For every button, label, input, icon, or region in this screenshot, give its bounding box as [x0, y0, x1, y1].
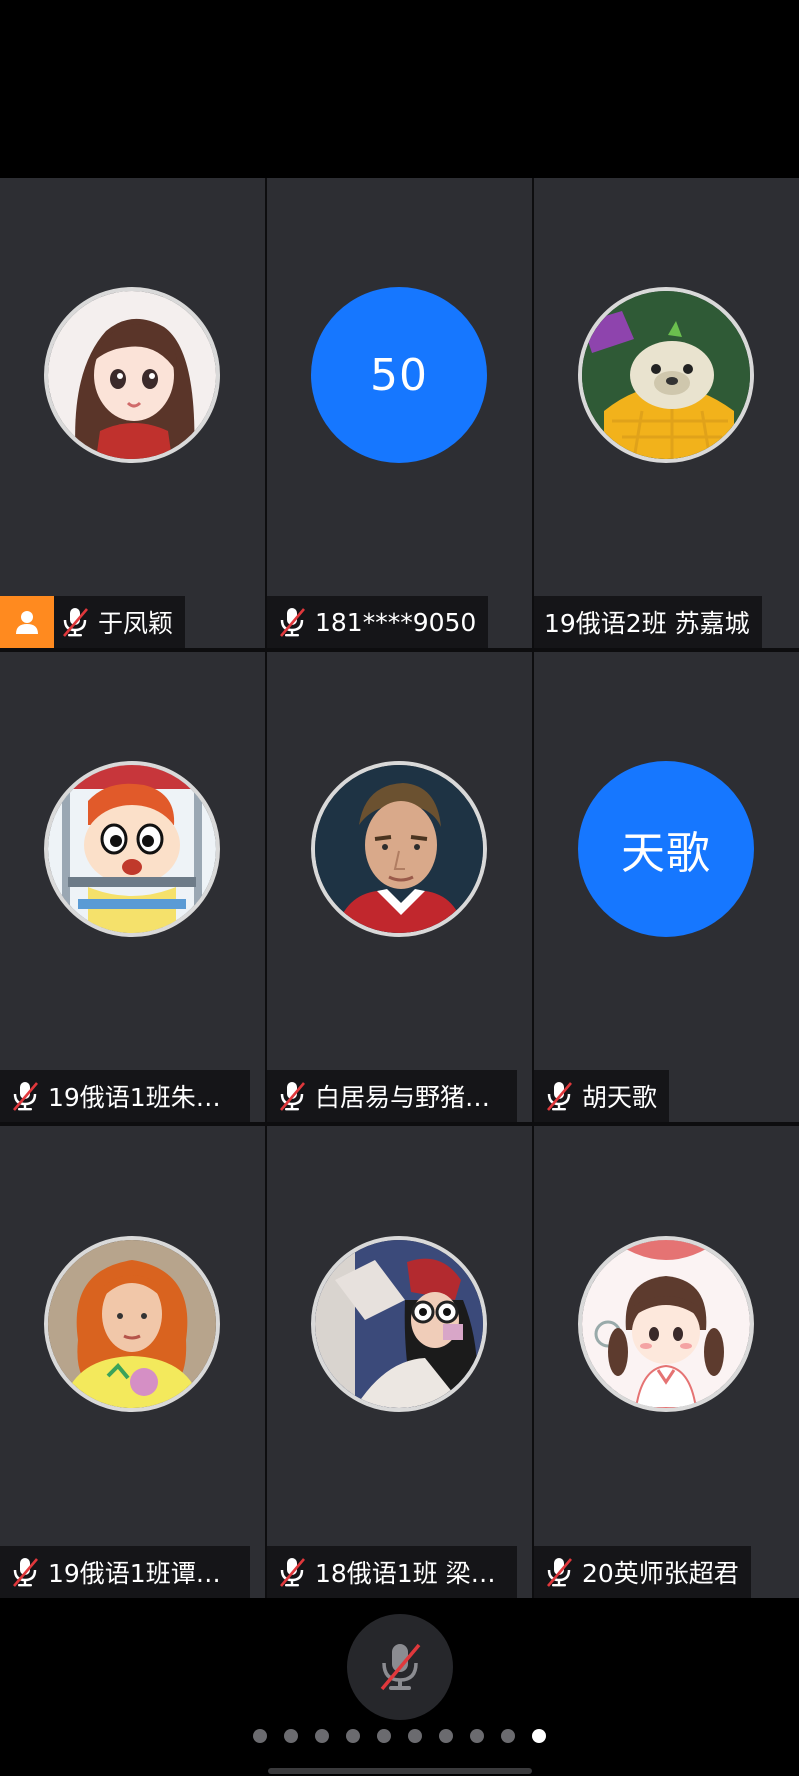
avatar: [311, 1236, 487, 1412]
participant-name: 白居易与野猪与…: [315, 1083, 505, 1112]
avatar: [578, 1236, 754, 1412]
mic-muted-icon: [280, 1558, 305, 1587]
page-dot[interactable]: [346, 1729, 360, 1743]
participant-name: 20英师张超君: [582, 1559, 739, 1588]
name-tag: 18俄语1班 梁子…: [267, 1546, 517, 1598]
participant-tile[interactable]: 18俄语1班 梁子…: [267, 1126, 532, 1598]
mic-muted-icon: [380, 1643, 421, 1691]
page-dot-active[interactable]: [532, 1729, 546, 1743]
name-tag: 181****9050: [267, 596, 489, 648]
participant-name: 181****9050: [315, 607, 477, 637]
participant-tile[interactable]: 50 181****9050: [267, 178, 532, 648]
avatar-text: 天歌: [621, 828, 711, 879]
bottom-control-bar: [0, 1598, 799, 1776]
page-dot[interactable]: [377, 1729, 391, 1743]
page-dot[interactable]: [470, 1729, 484, 1743]
page-dot[interactable]: [408, 1729, 422, 1743]
avatar: [44, 761, 220, 937]
avatar: 50: [311, 287, 487, 463]
name-tag: 20英师张超君: [534, 1546, 751, 1598]
participant-name: 18俄语1班 梁子…: [315, 1559, 505, 1588]
participant-grid: 于凤颖 50 181****9050 19俄语2班 苏嘉城 19俄语1班朱宝珊 …: [0, 178, 799, 1598]
participant-name: 19俄语1班谭绮桦: [48, 1559, 238, 1588]
mic-toggle-button[interactable]: [347, 1614, 453, 1720]
participant-name: 胡天歌: [582, 1083, 658, 1112]
participant-tile[interactable]: 于凤颖: [0, 178, 265, 648]
cartoon-dog-icon: [582, 291, 750, 459]
person-icon: [16, 611, 38, 634]
participant-tile[interactable]: 天歌 胡天歌: [534, 652, 799, 1122]
glasses-girl-icon: [315, 1240, 483, 1408]
participant-name: 19俄语1班朱宝珊: [48, 1083, 238, 1112]
mic-muted-icon: [280, 1082, 305, 1111]
name-tag: 白居易与野猪与…: [267, 1070, 517, 1122]
name-tag: 19俄语1班谭绮桦: [0, 1546, 250, 1598]
cartoon-pigtail-girl-icon: [582, 1240, 750, 1408]
page-dot[interactable]: [253, 1729, 267, 1743]
page-dot[interactable]: [501, 1729, 515, 1743]
page-dot[interactable]: [315, 1729, 329, 1743]
mic-muted-icon: [13, 1082, 38, 1111]
participant-name: 于凤颖: [98, 609, 174, 638]
participant-tile[interactable]: 19俄语1班谭绮桦: [0, 1126, 265, 1598]
name-tag: 于凤颖: [0, 596, 186, 648]
cartoon-girl-icon: [48, 291, 216, 459]
top-bar: [0, 0, 799, 178]
participant-tile[interactable]: 白居易与野猪与…: [267, 652, 532, 1122]
avatar-text: 50: [370, 349, 428, 401]
participant-tile[interactable]: 19俄语1班朱宝珊: [0, 652, 265, 1122]
mic-muted-icon: [547, 1082, 572, 1111]
man-portrait-icon: [315, 765, 483, 933]
avatar: 天歌: [578, 761, 754, 937]
name-tag: 19俄语2班 苏嘉城: [534, 596, 762, 648]
name-tag: 胡天歌: [534, 1070, 670, 1122]
cartoon-kid-icon: [48, 765, 216, 933]
avatar: [44, 1236, 220, 1412]
avatar: [311, 761, 487, 937]
red-hair-girl-icon: [48, 1240, 216, 1408]
page-dot[interactable]: [284, 1729, 298, 1743]
mic-muted-icon: [547, 1558, 572, 1587]
page-dot[interactable]: [439, 1729, 453, 1743]
home-indicator[interactable]: [268, 1768, 532, 1774]
avatar: [44, 287, 220, 463]
host-badge: [0, 596, 54, 648]
participant-name: 19俄语2班 苏嘉城: [544, 609, 750, 638]
participant-tile[interactable]: 19俄语2班 苏嘉城: [534, 178, 799, 648]
page-indicator[interactable]: [0, 1728, 799, 1744]
mic-muted-icon: [280, 608, 305, 637]
name-tag: 19俄语1班朱宝珊: [0, 1070, 250, 1122]
mic-muted-icon: [63, 608, 88, 637]
mic-muted-icon: [13, 1558, 38, 1587]
participant-tile[interactable]: 20英师张超君: [534, 1126, 799, 1598]
avatar: [578, 287, 754, 463]
